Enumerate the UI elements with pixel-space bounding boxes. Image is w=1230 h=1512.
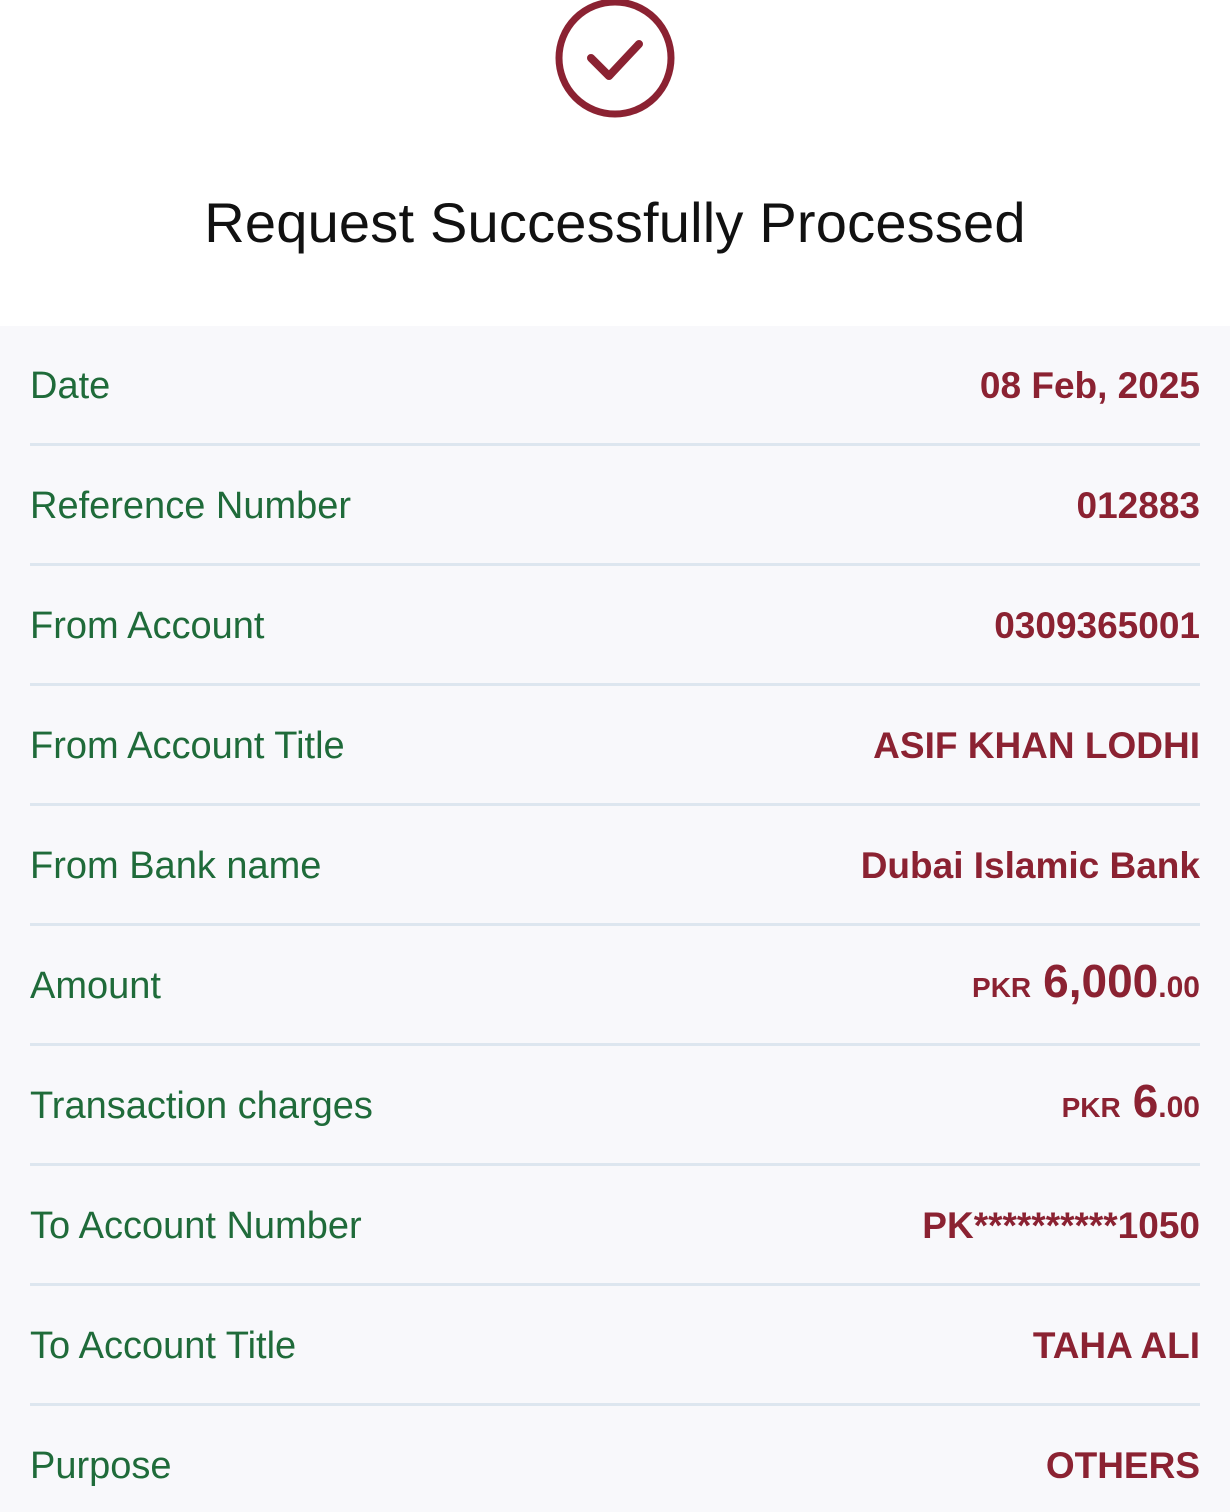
receipt-page: Request Successfully Processed Date 08 F… bbox=[0, 0, 1230, 1512]
amount-value: PKR 6,000.00 bbox=[972, 954, 1200, 1008]
page-title: Request Successfully Processed bbox=[204, 191, 1026, 254]
detail-row-to-account-number: To Account Number PK**********1050 bbox=[30, 1166, 1200, 1286]
detail-value: PK**********1050 bbox=[922, 1205, 1200, 1246]
detail-row-to-account-title: To Account Title TAHA ALI bbox=[30, 1286, 1200, 1406]
detail-label: From Account bbox=[30, 605, 265, 647]
detail-row-amount: Amount PKR 6,000.00 bbox=[30, 926, 1200, 1046]
detail-label: Reference Number bbox=[30, 485, 352, 527]
amount-decimal: .00 bbox=[1158, 971, 1200, 1004]
transaction-details: Date 08 Feb, 2025 Reference Number 01288… bbox=[0, 326, 1230, 1512]
detail-value: 0309365001 bbox=[994, 605, 1200, 646]
detail-value: 012883 bbox=[1076, 485, 1200, 526]
detail-label: From Bank name bbox=[30, 845, 322, 887]
detail-row-date: Date 08 Feb, 2025 bbox=[30, 326, 1200, 446]
check-circle-icon bbox=[555, 0, 675, 118]
detail-label: To Account Number bbox=[30, 1205, 362, 1247]
detail-row-from-account-title: From Account Title ASIF KHAN LODHI bbox=[30, 686, 1200, 806]
detail-value: ASIF KHAN LODHI bbox=[873, 725, 1200, 766]
detail-row-reference: Reference Number 012883 bbox=[30, 446, 1200, 566]
detail-row-purpose: Purpose OTHERS bbox=[30, 1406, 1200, 1512]
detail-label: Amount bbox=[30, 965, 161, 1007]
detail-row-from-account: From Account 0309365001 bbox=[30, 566, 1200, 686]
currency-code: PKR bbox=[972, 972, 1032, 1003]
detail-label: Date bbox=[30, 365, 111, 407]
amount-main: 6 bbox=[1132, 1075, 1159, 1127]
charges-value: PKR 6.00 bbox=[1062, 1074, 1200, 1128]
detail-label: Purpose bbox=[30, 1445, 172, 1487]
receipt-header: Request Successfully Processed bbox=[0, 0, 1230, 326]
currency-code: PKR bbox=[1061, 1092, 1121, 1123]
detail-value: OTHERS bbox=[1045, 1445, 1200, 1486]
detail-label: From Account Title bbox=[30, 725, 345, 767]
detail-label: To Account Title bbox=[30, 1325, 297, 1367]
detail-row-from-bank: From Bank name Dubai Islamic Bank bbox=[30, 806, 1200, 926]
detail-row-charges: Transaction charges PKR 6.00 bbox=[30, 1046, 1200, 1166]
amount-main: 6,000 bbox=[1043, 955, 1159, 1007]
amount-decimal: .00 bbox=[1158, 1091, 1200, 1124]
detail-label: Transaction charges bbox=[30, 1085, 373, 1127]
detail-value: Dubai Islamic Bank bbox=[860, 845, 1200, 886]
detail-value: TAHA ALI bbox=[1032, 1325, 1200, 1366]
detail-value: 08 Feb, 2025 bbox=[979, 365, 1200, 406]
